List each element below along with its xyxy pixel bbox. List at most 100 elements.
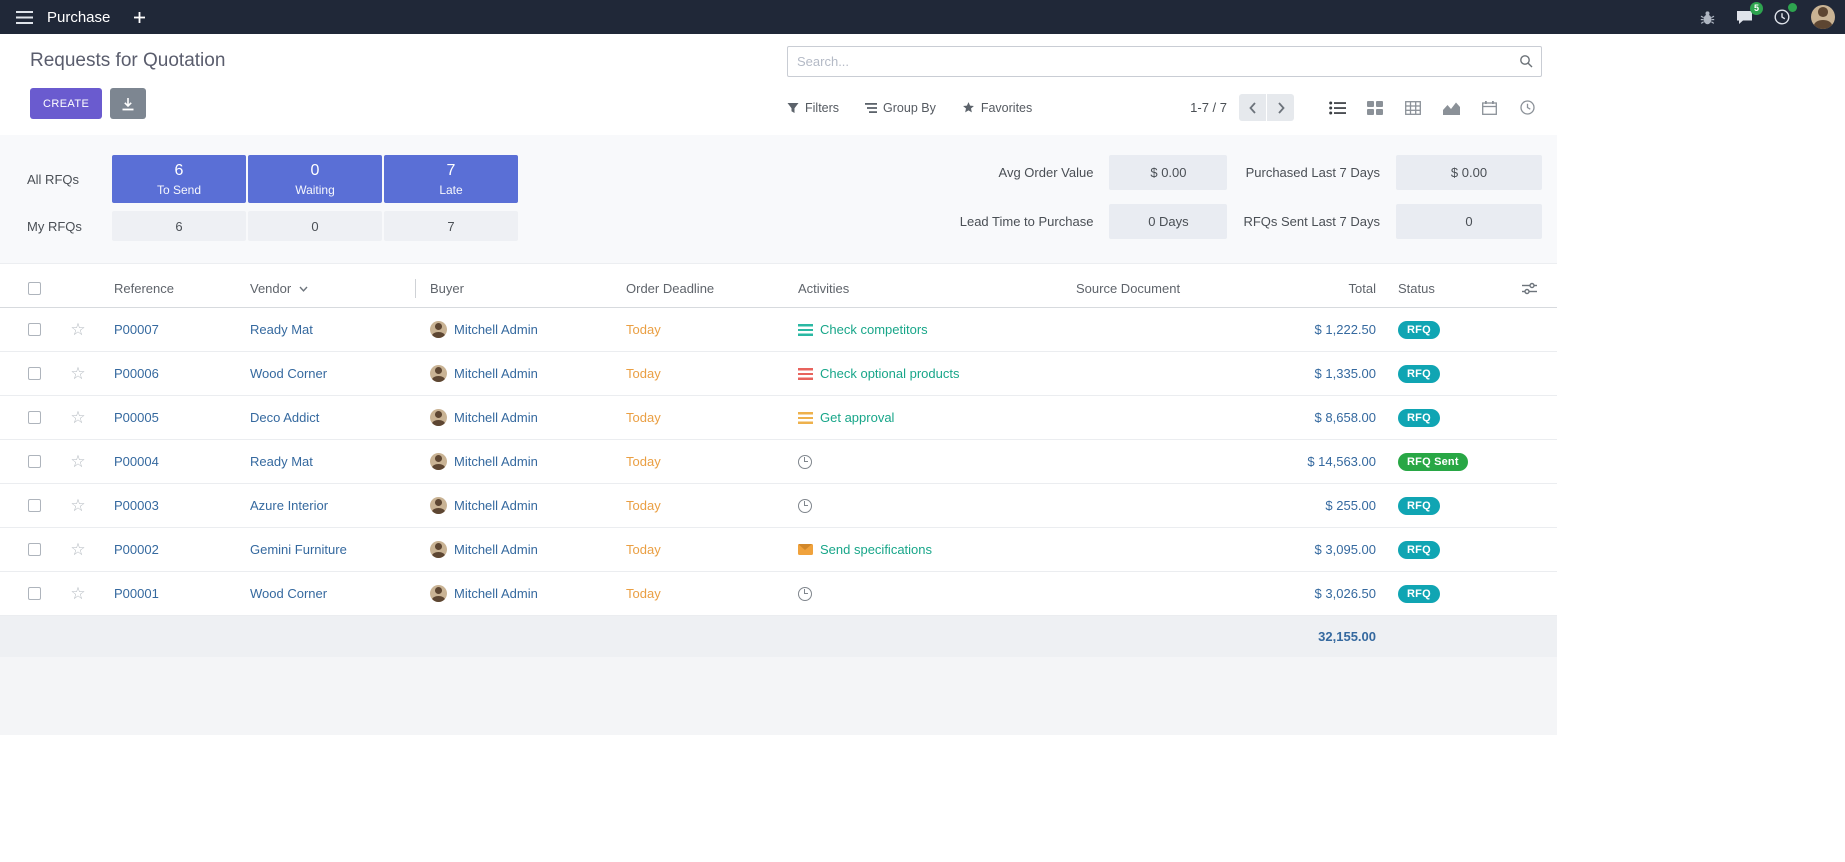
reference-link[interactable]: P00001 [114,586,159,601]
new-tab-button[interactable] [132,10,147,25]
vendor-link[interactable]: Azure Interior [250,498,328,513]
buyer-link[interactable]: Mitchell Admin [454,410,538,425]
list-view-button[interactable] [1322,94,1352,121]
group-by-button[interactable]: Group By [865,101,936,115]
my-to-send-count[interactable]: 6 [112,211,246,241]
activity-icon[interactable] [798,368,813,380]
reference-link[interactable]: P00007 [114,322,159,337]
activity-view-button[interactable] [1512,94,1542,121]
favorite-star-icon[interactable]: ☆ [70,365,85,382]
vendor-link[interactable]: Wood Corner [250,366,327,381]
pager-previous-button[interactable] [1239,94,1266,121]
row-checkbox[interactable] [28,323,41,336]
column-header-buyer[interactable]: Buyer [416,270,612,307]
stat-value-lead-time: 0 Days [1109,204,1227,239]
search-input[interactable] [787,46,1542,77]
activity-label[interactable]: Send specifications [820,542,932,557]
column-header-reference[interactable]: Reference [100,270,236,307]
buyer-link[interactable]: Mitchell Admin [454,454,538,469]
reference-link[interactable]: P00004 [114,454,159,469]
status-badge: RFQ [1398,321,1440,339]
activity-icon[interactable] [798,587,812,601]
reference-link[interactable]: P00003 [114,498,159,513]
reference-link[interactable]: P00002 [114,542,159,557]
activities-clock-icon [1774,9,1790,25]
reference-link[interactable]: P00006 [114,366,159,381]
favorite-star-icon[interactable]: ☆ [70,453,85,470]
graph-view-button[interactable] [1436,94,1466,121]
favorite-star-icon[interactable]: ☆ [70,585,85,602]
activity-icon[interactable] [798,499,812,513]
my-rfqs-label[interactable]: My RFQs [27,219,110,234]
vendor-link[interactable]: Deco Addict [250,410,319,425]
create-button[interactable]: CREATE [30,88,102,119]
table-row[interactable]: ☆ P00006 Wood Corner Mitchell Admin Toda… [0,352,1557,396]
table-row[interactable]: ☆ P00002 Gemini Furniture Mitchell Admin… [0,528,1557,572]
kanban-view-button[interactable] [1360,94,1390,121]
tile-to-send[interactable]: 6 To Send [112,155,246,203]
activity-label[interactable]: Check optional products [820,366,959,381]
app-name[interactable]: Purchase [47,9,110,26]
buyer-avatar [430,585,447,602]
all-rfqs-label[interactable]: All RFQs [27,172,110,187]
favorite-star-icon[interactable]: ☆ [70,321,85,338]
favorites-button[interactable]: Favorites [962,101,1032,115]
buyer-link[interactable]: Mitchell Admin [454,542,538,557]
tile-waiting[interactable]: 0 Waiting [248,155,382,203]
reference-link[interactable]: P00005 [114,410,159,425]
vendor-link[interactable]: Ready Mat [250,454,313,469]
tile-label: Waiting [295,183,335,197]
export-button[interactable] [110,88,146,119]
row-checkbox[interactable] [28,455,41,468]
messages-button[interactable]: 5 [1734,8,1755,27]
buyer-link[interactable]: Mitchell Admin [454,498,538,513]
column-header-order-deadline[interactable]: Order Deadline [612,270,784,307]
tile-late[interactable]: 7 Late [384,155,518,203]
row-checkbox[interactable] [28,499,41,512]
buyer-link[interactable]: Mitchell Admin [454,322,538,337]
row-checkbox[interactable] [28,367,41,380]
select-all-checkbox[interactable] [28,282,41,295]
activity-icon[interactable] [798,324,813,336]
list-view-icon [1329,101,1346,115]
table-row[interactable]: ☆ P00001 Wood Corner Mitchell Admin Toda… [0,572,1557,616]
vendor-link[interactable]: Gemini Furniture [250,542,347,557]
buyer-link[interactable]: Mitchell Admin [454,586,538,601]
apps-menu-button[interactable] [14,9,35,26]
column-header-source-document[interactable]: Source Document [1062,270,1232,307]
table-row[interactable]: ☆ P00003 Azure Interior Mitchell Admin T… [0,484,1557,528]
debug-button[interactable] [1698,8,1717,27]
buyer-link[interactable]: Mitchell Admin [454,366,538,381]
optional-columns-button[interactable] [1520,280,1539,297]
column-header-status[interactable]: Status [1384,270,1502,307]
column-header-total[interactable]: Total [1232,270,1384,307]
sort-caret-icon [299,286,308,292]
row-checkbox[interactable] [28,587,41,600]
row-checkbox[interactable] [28,543,41,556]
my-late-count[interactable]: 7 [384,211,518,241]
pivot-view-button[interactable] [1398,94,1428,121]
my-waiting-count[interactable]: 0 [248,211,382,241]
vendor-link[interactable]: Wood Corner [250,586,327,601]
row-checkbox[interactable] [28,411,41,424]
user-menu-button[interactable] [1809,3,1837,31]
vendor-link[interactable]: Ready Mat [250,322,313,337]
table-row[interactable]: ☆ P00007 Ready Mat Mitchell Admin Today … [0,308,1557,352]
bug-icon [1700,10,1715,25]
pager-next-button[interactable] [1267,94,1294,121]
column-header-activities[interactable]: Activities [784,270,1062,307]
table-row[interactable]: ☆ P00004 Ready Mat Mitchell Admin Today … [0,440,1557,484]
calendar-view-button[interactable] [1474,94,1504,121]
favorite-star-icon[interactable]: ☆ [70,409,85,426]
activity-icon[interactable] [798,544,813,555]
table-row[interactable]: ☆ P00005 Deco Addict Mitchell Admin Toda… [0,396,1557,440]
favorite-star-icon[interactable]: ☆ [70,541,85,558]
column-header-vendor[interactable]: Vendor [236,270,416,307]
activity-icon[interactable] [798,455,812,469]
activity-label[interactable]: Check competitors [820,322,928,337]
activity-label[interactable]: Get approval [820,410,894,425]
activities-button[interactable] [1772,7,1792,27]
filters-button[interactable]: Filters [787,101,839,115]
activity-icon[interactable] [798,412,813,424]
favorite-star-icon[interactable]: ☆ [70,497,85,514]
